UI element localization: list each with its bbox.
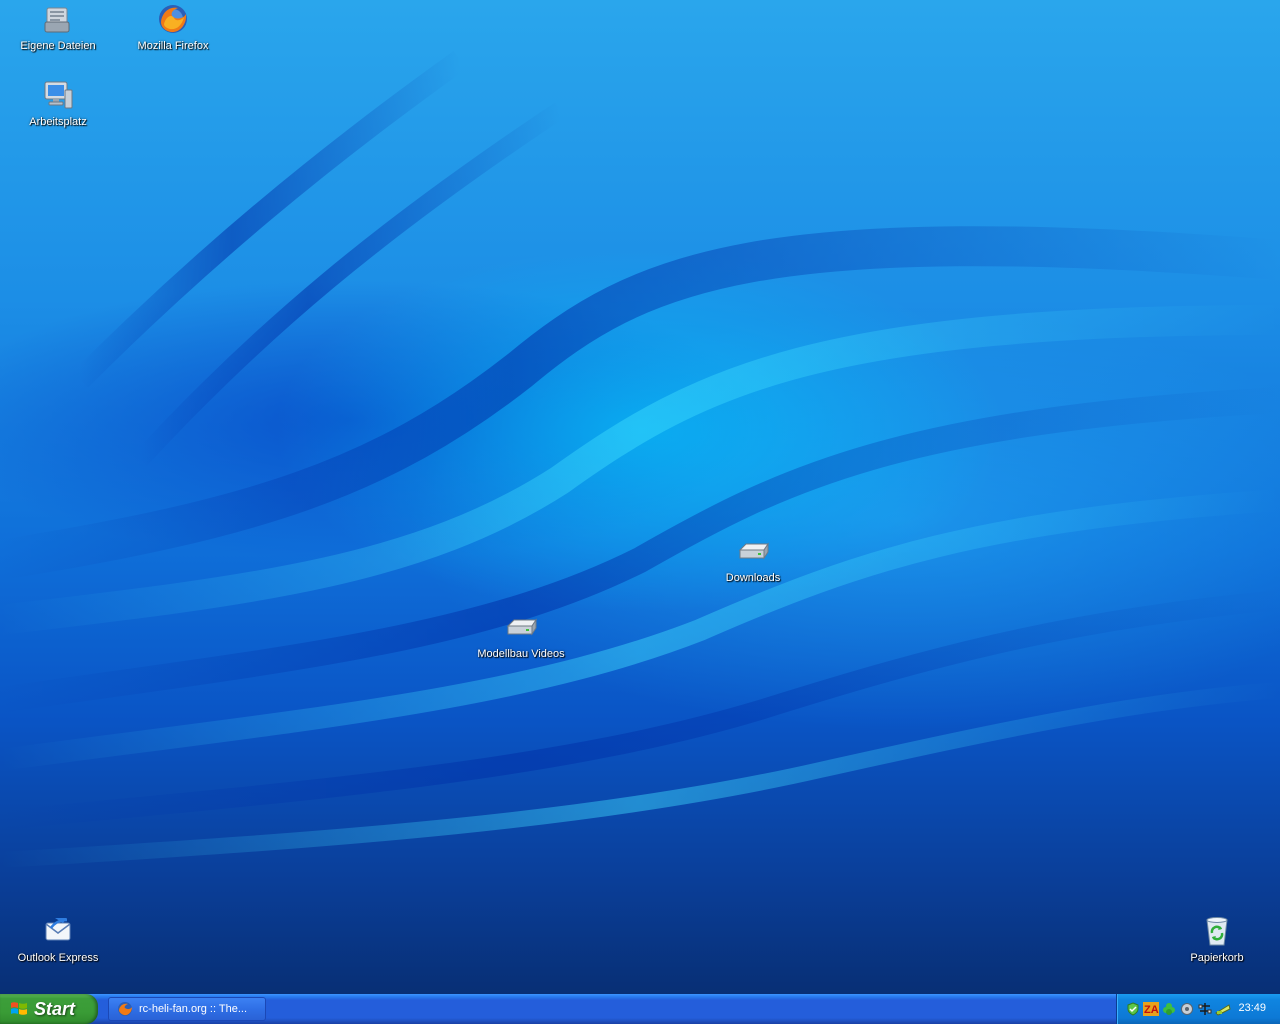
svg-text:ZA: ZA bbox=[1144, 1004, 1159, 1016]
speaker-icon[interactable] bbox=[1179, 1001, 1195, 1017]
taskbar-button-label: rc-heli-fan.org :: The... bbox=[139, 1003, 248, 1015]
desktop-icon-my-documents[interactable]: Eigene Dateien bbox=[3, 2, 113, 53]
desktop-icon-label: Modellbau Videos bbox=[477, 648, 565, 660]
taskbar-button-firefox-window[interactable]: rc-heli-fan.org :: The... bbox=[108, 997, 266, 1021]
desktop-icon-modellbau-videos[interactable]: Modellbau Videos bbox=[466, 610, 576, 661]
start-button[interactable]: Start bbox=[0, 994, 98, 1024]
wallpaper-waves bbox=[0, 51, 1280, 868]
recycle-bin-icon bbox=[1200, 914, 1234, 948]
drive-icon bbox=[736, 534, 770, 568]
desktop-icon-recycle-bin[interactable]: Papierkorb bbox=[1162, 914, 1272, 965]
mail-icon bbox=[41, 914, 75, 948]
system-tray: ZA 23:49 bbox=[1116, 994, 1280, 1024]
desktop-icon-label: Outlook Express bbox=[17, 952, 99, 964]
desktop-icon-label: Papierkorb bbox=[1190, 952, 1244, 964]
zonealarm-icon[interactable]: ZA bbox=[1143, 1001, 1159, 1017]
firefox-icon bbox=[156, 2, 190, 36]
computer-icon bbox=[41, 78, 75, 112]
desktop-icon-downloads[interactable]: Downloads bbox=[698, 534, 808, 585]
desktop[interactable]: Eigene Dateien Mozilla Firefox Arbeitspl… bbox=[0, 0, 1280, 994]
documents-folder-icon bbox=[41, 2, 75, 36]
windows-logo-icon bbox=[10, 1000, 28, 1018]
desktop-icon-label: Eigene Dateien bbox=[20, 40, 96, 52]
clock[interactable]: 23:49 bbox=[1238, 1002, 1266, 1014]
start-label: Start bbox=[34, 998, 76, 1019]
desktop-icon-label: Downloads bbox=[725, 572, 781, 584]
desktop-icon-my-computer[interactable]: Arbeitsplatz bbox=[3, 78, 113, 129]
drive-icon bbox=[504, 610, 538, 644]
desktop-icon-label: Mozilla Firefox bbox=[137, 40, 209, 52]
desktop-icon-label: Arbeitsplatz bbox=[29, 116, 87, 128]
clover-icon[interactable] bbox=[1161, 1001, 1177, 1017]
network-icon[interactable] bbox=[1197, 1001, 1213, 1017]
desktop-icon-outlook-express[interactable]: Outlook Express bbox=[3, 914, 113, 965]
taskbar: Start rc-heli-fan.org :: The... ZA 23:49 bbox=[0, 994, 1280, 1024]
desktop-icon-firefox[interactable]: Mozilla Firefox bbox=[118, 2, 228, 53]
shield-icon[interactable] bbox=[1125, 1001, 1141, 1017]
battery-icon[interactable] bbox=[1215, 1001, 1231, 1017]
firefox-icon bbox=[117, 1001, 133, 1017]
